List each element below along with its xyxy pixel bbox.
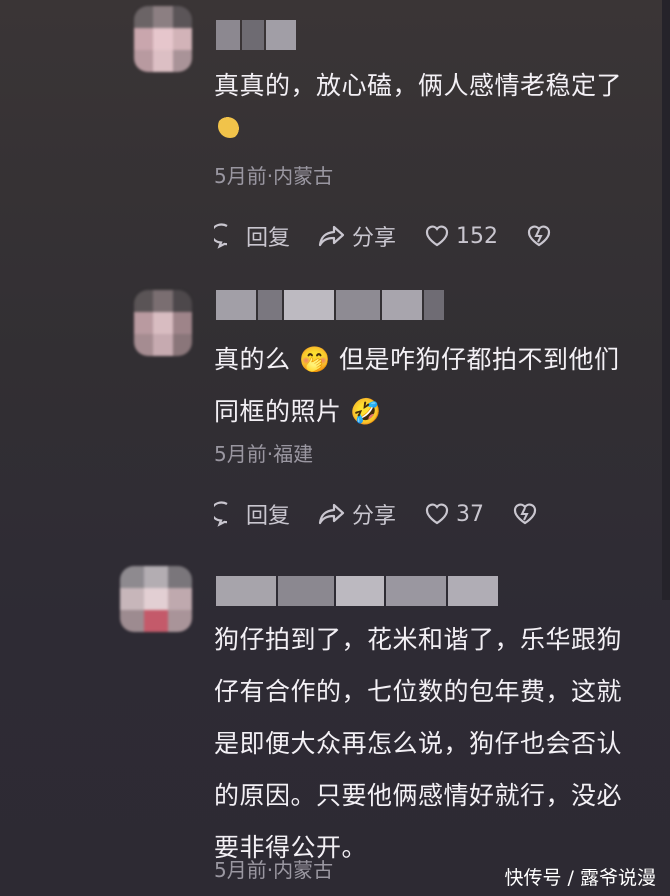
reply-label: 回复: [246, 504, 291, 529]
username[interactable]: [216, 20, 296, 50]
dislike-icon: [527, 225, 551, 247]
reply-button[interactable]: 回复: [214, 220, 290, 252]
share-label: 分享: [352, 226, 397, 251]
username[interactable]: [216, 576, 498, 606]
heart-icon: [425, 503, 449, 525]
share-button[interactable]: 分享: [318, 220, 396, 252]
side-edge: [662, 0, 670, 600]
username[interactable]: [216, 290, 444, 320]
like-count: 37: [456, 501, 485, 527]
share-label: 分享: [352, 504, 397, 529]
avatar[interactable]: [134, 290, 192, 356]
share-icon: [318, 225, 345, 247]
like-button[interactable]: 152: [424, 224, 498, 249]
dislike-button[interactable]: [512, 502, 538, 526]
comment-meta: 5月前·福建: [214, 442, 314, 466]
like-button[interactable]: 37: [424, 502, 484, 527]
avatar[interactable]: [120, 566, 192, 632]
comment-text: 真的么 🤭 但是咋狗仔都拍不到他们同框的照片 🤣: [214, 345, 620, 426]
comment-actions: 回复 分享 37: [214, 498, 566, 530]
comment-text: 真真的，放心磕，俩人感情老稳定了: [214, 60, 644, 142]
watermark: 快传号 / 露爷说漫: [504, 867, 656, 889]
reply-label: 回复: [246, 226, 291, 251]
share-button[interactable]: 分享: [318, 498, 396, 530]
dislike-icon: [513, 503, 537, 525]
heart-icon: [425, 225, 449, 247]
comment-actions: 回复 分享 152: [214, 220, 580, 252]
comment-meta: 5月前·内蒙古: [214, 164, 334, 188]
reply-icon: [214, 223, 228, 249]
dislike-button[interactable]: [526, 224, 552, 248]
reply-icon: [214, 501, 228, 527]
comment-meta: 5月前·内蒙古: [214, 858, 334, 882]
finger-heart-emoji: [218, 114, 242, 138]
like-count: 152: [456, 223, 499, 249]
avatar[interactable]: [134, 6, 192, 72]
share-icon: [318, 503, 345, 525]
comment-text: 狗仔拍到了，花米和谐了，乐华跟狗仔有合作的，七位数的包年费，这就是即便大众再怎么…: [214, 625, 623, 862]
reply-button[interactable]: 回复: [214, 498, 290, 530]
